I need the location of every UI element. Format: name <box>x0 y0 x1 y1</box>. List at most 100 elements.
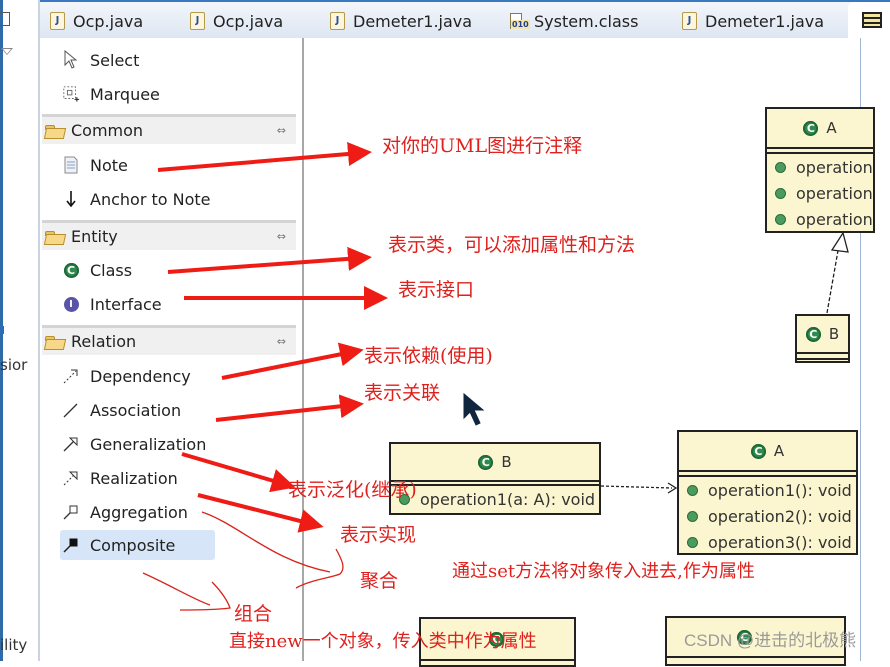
palette-item-label: Class <box>90 260 133 280</box>
folder-open-icon <box>45 230 65 244</box>
pin-drawer-icon[interactable]: ⇔ <box>277 335 286 348</box>
palette-item-note[interactable]: Note <box>62 150 128 180</box>
palette-item-label: Association <box>90 400 182 420</box>
uml-class-a-top[interactable]: C A operation1() operation2() operation3… <box>765 107 875 233</box>
drawer-common[interactable]: Common ⇔ <box>42 114 296 144</box>
uml-operation[interactable]: operation2() <box>767 180 873 206</box>
annotation-aggregation-desc: 通过set方法将对象传入进去,作为属性 <box>452 561 755 582</box>
tab-label: Ocp.java <box>213 11 284 31</box>
dropdown-triangle-icon[interactable] <box>1 48 13 55</box>
palette-item-label: Aggregation <box>90 502 188 522</box>
palette-item-composite[interactable]: Composite <box>60 530 215 560</box>
tab-label: Demeter1.java <box>705 11 825 31</box>
drawer-relation[interactable]: Relation ⇔ <box>42 325 296 355</box>
uml-operation[interactable]: operation1(): void <box>679 477 856 503</box>
uml-class-header: C B <box>797 316 848 354</box>
arrow-down-icon <box>62 190 80 208</box>
uml-class-b-small[interactable]: C B <box>795 314 850 363</box>
class-icon: C <box>805 326 821 342</box>
annotation-composite: 组合 <box>234 603 273 625</box>
tab-ocp-java-2[interactable]: J Ocp.java <box>190 8 283 34</box>
class-icon: C <box>478 454 494 470</box>
restore-icon[interactable] <box>0 12 10 26</box>
mouse-cursor-icon <box>463 392 485 426</box>
palette-item-dependency[interactable]: Dependency <box>62 361 191 391</box>
uml-class-header: C B <box>391 444 599 482</box>
uml-class-name: A <box>826 119 837 137</box>
annotation-realization: 表示实现 <box>340 524 417 546</box>
uml-class-b[interactable]: C B operation1(a: A): void <box>389 442 601 515</box>
uml-class-name: B <box>501 453 512 471</box>
drawer-label: Entity <box>71 227 118 246</box>
public-method-icon <box>687 536 698 548</box>
palette-item-label: Realization <box>90 468 178 488</box>
public-method-icon <box>687 484 698 496</box>
palette-item-aggregation[interactable]: Aggregation <box>62 497 188 527</box>
uml-class-name: B <box>828 325 840 343</box>
palette-item-label: Note <box>90 155 128 175</box>
aggregation-icon <box>62 503 80 521</box>
java-file-icon: J <box>190 12 205 30</box>
palette-tool-label: Marquee <box>90 84 160 104</box>
cropped-label: sior <box>0 356 28 374</box>
tab-label: Demeter1.java <box>353 11 473 31</box>
annotation-dependency: 表示依赖(使用) <box>364 345 493 367</box>
uml-class-a[interactable]: C A operation1(): void operation2(): voi… <box>677 430 858 555</box>
realization-icon <box>62 469 80 487</box>
resize-handle[interactable] <box>0 326 4 334</box>
drawer-entity[interactable]: Entity ⇔ <box>42 220 296 250</box>
generalization-icon <box>62 435 80 453</box>
palette-item-realization[interactable]: Realization <box>62 463 178 493</box>
note-icon <box>62 156 80 174</box>
palette-item-label: Generalization <box>90 434 207 454</box>
java-file-icon: J <box>682 12 697 30</box>
uml-class-header: C A <box>767 109 873 149</box>
class-icon: C <box>62 261 80 279</box>
palette-item-association[interactable]: Association <box>62 395 181 425</box>
uml-operation[interactable]: operation3() <box>767 206 873 232</box>
palette-panel: Select Marquee Common ⇔ Note Anchor to N… <box>40 38 304 661</box>
palette-tool-marquee[interactable]: Marquee <box>62 79 160 109</box>
palette-tool-select[interactable]: Select <box>62 45 139 75</box>
palette-item-anchor-to-note[interactable]: Anchor to Note <box>62 184 211 214</box>
editor-tab-bar: J Ocp.java J Ocp.java J Demeter1.java 01… <box>40 0 890 38</box>
dependency-icon <box>62 367 80 385</box>
palette-item-label: Composite <box>90 535 176 555</box>
palette-item-generalization[interactable]: Generalization <box>62 429 206 459</box>
annotation-class: 表示类，可以添加属性和方法 <box>388 234 636 256</box>
tab-ocp-java-1[interactable]: J Ocp.java <box>50 8 143 34</box>
uml-operation[interactable]: operation1(a: A): void <box>391 486 599 512</box>
uml-operation[interactable]: operation3(): void <box>679 529 856 555</box>
tab-label: System.class <box>534 11 639 31</box>
annotation-generalization: 表示泛化(继承) <box>288 479 417 501</box>
cropped-label: ility <box>0 636 28 654</box>
uml-operation[interactable]: operation2(): void <box>679 503 856 529</box>
palette-item-label: Interface <box>90 294 162 314</box>
palette-item-label: Anchor to Note <box>90 189 211 209</box>
association-icon <box>62 401 80 419</box>
pin-drawer-icon[interactable]: ⇔ <box>277 230 286 243</box>
tab-list-menu-icon[interactable] <box>862 12 882 28</box>
interface-icon: I <box>62 295 80 313</box>
tab-system-class[interactable]: 010 System.class <box>508 8 638 34</box>
watermark: CSDN @进击的北极熊 <box>684 631 857 650</box>
annotation-interface: 表示接口 <box>398 279 475 301</box>
tab-demeter1-java-1[interactable]: J Demeter1.java <box>330 8 472 34</box>
palette-item-interface[interactable]: I Interface <box>62 289 162 319</box>
uml-class-header: C A <box>679 432 856 472</box>
class-file-icon: 010 <box>508 12 530 30</box>
pin-drawer-icon[interactable]: ⇔ <box>277 124 286 137</box>
palette-item-class[interactable]: C Class <box>62 255 132 285</box>
palette-item-label: Dependency <box>90 366 191 386</box>
folder-open-icon <box>45 335 65 349</box>
drawer-label: Relation <box>71 332 137 351</box>
annotation-association: 表示关联 <box>364 382 441 404</box>
palette-tool-label: Select <box>90 50 140 70</box>
marquee-icon <box>62 85 80 103</box>
uml-operation[interactable]: operation1() <box>767 154 873 180</box>
tab-label: Ocp.java <box>73 11 144 31</box>
java-file-icon: J <box>50 12 65 30</box>
annotation-composite-desc: 直接new一个对象，传入类中作为属性 <box>229 631 537 652</box>
tab-demeter1-java-2[interactable]: J Demeter1.java <box>682 8 824 34</box>
drawer-label: Common <box>71 121 144 140</box>
